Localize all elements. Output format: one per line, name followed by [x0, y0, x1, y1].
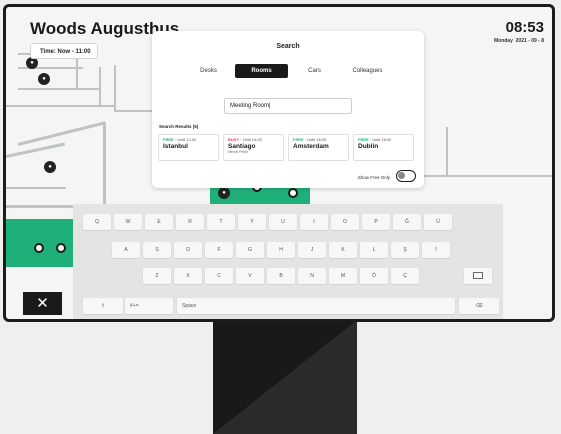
key-h[interactable]: H: [267, 242, 295, 258]
key-w[interactable]: W: [114, 214, 142, 230]
key-p[interactable]: P: [362, 214, 390, 230]
key-ğ[interactable]: Ğ: [393, 214, 421, 230]
room-marker-icon[interactable]: [56, 243, 66, 253]
kiosk-screen: ● ● ● ● Woods Augusthus Time: Now - 11:0…: [6, 7, 552, 319]
toggle-knob: [398, 172, 405, 179]
monitor-frame: ● ● ● ● Woods Augusthus Time: Now - 11:0…: [3, 4, 555, 322]
key-v[interactable]: V: [236, 268, 264, 284]
tab-desks[interactable]: Desks: [182, 64, 235, 78]
result-card-santiago[interactable]: BUSY · Until 14:00 Santiago Henrik Petri…: [223, 134, 284, 161]
key-l[interactable]: L: [360, 242, 388, 258]
search-tabs: Desks Rooms Cars Colleagues: [182, 64, 394, 78]
results-list: FREE · Until 12:00 Istanbul BUSY · Until…: [158, 134, 414, 161]
shift-key-icon[interactable]: ⇧: [83, 298, 123, 314]
tab-colleagues[interactable]: Colleagues: [341, 64, 394, 78]
room-name: Dublin: [358, 143, 379, 150]
result-card-amsterdam[interactable]: FREE · Until 16:00 Amsterdam: [288, 134, 349, 161]
key-i[interactable]: I: [300, 214, 328, 230]
key-j[interactable]: J: [298, 242, 326, 258]
room-name: Istanbul: [163, 143, 188, 150]
room-name: Amsterdam: [293, 143, 329, 150]
key-f[interactable]: F: [205, 242, 233, 258]
key-ç[interactable]: Ç: [391, 268, 419, 284]
key-n[interactable]: N: [298, 268, 326, 284]
key-ş[interactable]: Ş: [391, 242, 419, 258]
key-ö[interactable]: Ö: [360, 268, 388, 284]
key-o[interactable]: O: [331, 214, 359, 230]
room-name: Santiago: [228, 143, 256, 150]
result-card-dublin[interactable]: FREE · Until 16:00 Dublin: [353, 134, 414, 161]
time-filter-button[interactable]: Time: Now - 11:00: [30, 43, 98, 59]
on-screen-keyboard: Q W E R T Y U I O P Ğ Ü A S D F G H J K L Ş İ Z X C V B N M Ö Ç ⇧ #+= Spac…: [73, 204, 503, 319]
key-q[interactable]: Q: [83, 214, 111, 230]
key-s[interactable]: S: [143, 242, 171, 258]
room-marker-icon[interactable]: ●: [218, 187, 230, 199]
tab-rooms[interactable]: Rooms: [235, 64, 288, 78]
tab-cars[interactable]: Cars: [288, 64, 341, 78]
key-k[interactable]: K: [329, 242, 357, 258]
date-label: Monday 2021 - 09 - 8: [494, 38, 544, 44]
symbols-key[interactable]: #+=: [125, 298, 173, 314]
clock: 08:53: [505, 19, 544, 36]
room-marker-icon[interactable]: [288, 188, 298, 198]
key-m[interactable]: M: [329, 268, 357, 284]
key-r[interactable]: R: [176, 214, 204, 230]
booked-by: Henrik Petrin: [228, 150, 249, 154]
space-key[interactable]: Space: [177, 298, 455, 314]
search-title: Search: [276, 43, 300, 50]
date-value: 2021 - 09 - 8: [515, 38, 544, 44]
key-ü[interactable]: Ü: [424, 214, 452, 230]
search-query: Meeting Room: [230, 103, 270, 109]
close-button[interactable]: ✕: [23, 292, 62, 315]
keyboard-hide-icon[interactable]: [464, 268, 492, 284]
key-d[interactable]: D: [174, 242, 202, 258]
key-e[interactable]: E: [145, 214, 173, 230]
key-t[interactable]: T: [207, 214, 235, 230]
search-input[interactable]: Meeting Room|: [224, 98, 352, 114]
status-badge: BUSY · Until 14:00: [228, 137, 262, 142]
status-badge: FREE · Until 16:00: [293, 137, 327, 142]
show-free-only-label: Show Free Only: [357, 175, 390, 180]
key-z[interactable]: Z: [143, 268, 171, 284]
status-badge: FREE · Until 16:00: [358, 137, 392, 142]
monitor-stand: [213, 320, 357, 434]
key-g[interactable]: G: [236, 242, 264, 258]
text-cursor: |: [269, 103, 271, 109]
show-free-only-toggle[interactable]: [396, 170, 416, 182]
key-x[interactable]: X: [174, 268, 202, 284]
key-u[interactable]: U: [269, 214, 297, 230]
desk-marker-icon[interactable]: ●: [38, 73, 50, 85]
key-c[interactable]: C: [205, 268, 233, 284]
status-badge: FREE · Until 12:00: [163, 137, 197, 142]
room-marker-icon[interactable]: [34, 243, 44, 253]
room-marker-icon[interactable]: ●: [44, 161, 56, 173]
key-a[interactable]: A: [112, 242, 140, 258]
backspace-key-icon[interactable]: ⌫: [459, 298, 499, 314]
key-b[interactable]: B: [267, 268, 295, 284]
search-panel: Search Desks Rooms Cars Colleagues Meeti…: [152, 31, 424, 188]
key-y[interactable]: Y: [238, 214, 266, 230]
day-label: Monday: [493, 38, 513, 44]
key-i̇[interactable]: İ: [422, 242, 450, 258]
results-label: Search Results (5): [159, 124, 199, 129]
result-card-istanbul[interactable]: FREE · Until 12:00 Istanbul: [158, 134, 219, 161]
